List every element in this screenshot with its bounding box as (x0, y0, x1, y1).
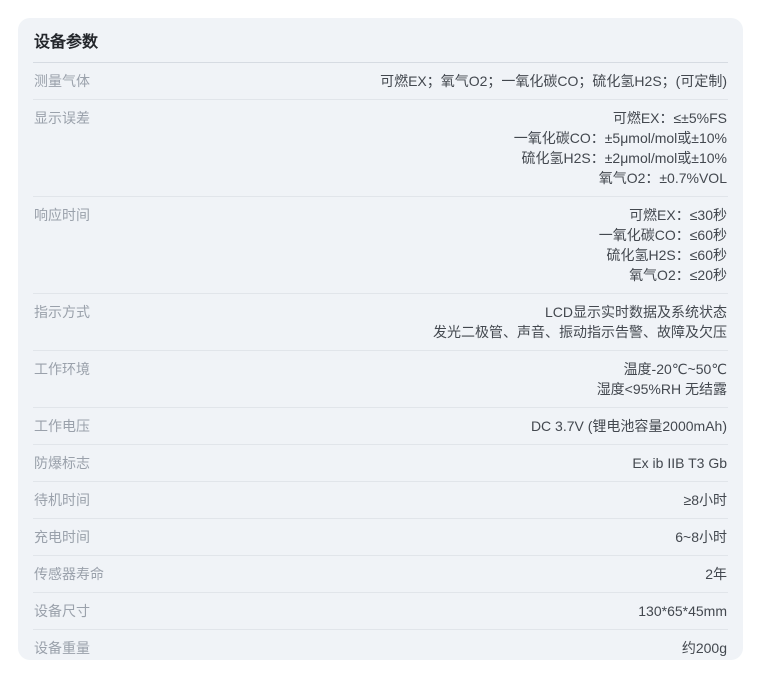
spec-label: 设备尺寸 (34, 601, 90, 621)
spec-label: 指示方式 (34, 302, 90, 322)
spec-value-line: 一氧化碳CO：±5μmol/mol或±10% (110, 128, 727, 148)
spec-label: 传感器寿命 (34, 564, 104, 584)
spec-value-line: 可燃EX：≤±5%FS (110, 108, 727, 128)
spec-row-device-size: 设备尺寸 130*65*45mm (33, 593, 728, 630)
card-title: 设备参数 (33, 18, 728, 63)
spec-table: 测量气体 可燃EX；氧气O2；一氧化碳CO；硫化氢H2S；(可定制) 显示误差 … (33, 63, 728, 660)
spec-value: Ex ib IIB T3 Gb (90, 453, 727, 473)
spec-value-line: 氧气O2：≤20秒 (110, 265, 727, 285)
spec-value-line: 发光二极管、声音、振动指示告警、故障及欠压 (110, 322, 727, 342)
spec-value: 温度-20℃~50℃ 湿度<95%RH 无结露 (90, 359, 727, 399)
spec-row-sensor-lifespan: 传感器寿命 2年 (33, 556, 728, 593)
spec-row-device-weight: 设备重量 约200g (33, 630, 728, 660)
spec-label: 待机时间 (34, 490, 90, 510)
spec-value: DC 3.7V (锂电池容量2000mAh) (90, 416, 727, 436)
spec-value: LCD显示实时数据及系统状态 发光二极管、声音、振动指示告警、故障及欠压 (90, 302, 727, 342)
spec-value-line: 氧气O2：±0.7%VOL (110, 168, 727, 188)
spec-label: 显示误差 (34, 108, 90, 128)
spec-row-working-voltage: 工作电压 DC 3.7V (锂电池容量2000mAh) (33, 408, 728, 445)
spec-value-line: 湿度<95%RH 无结露 (110, 379, 727, 399)
spec-value-line: DC 3.7V (锂电池容量2000mAh) (110, 416, 727, 436)
spec-value: ≥8小时 (90, 490, 727, 510)
spec-label: 响应时间 (34, 205, 90, 225)
spec-value: 6~8小时 (90, 527, 727, 547)
spec-row-explosion-proof-mark: 防爆标志 Ex ib IIB T3 Gb (33, 445, 728, 482)
spec-value: 约200g (90, 638, 727, 658)
spec-value: 可燃EX；氧气O2；一氧化碳CO；硫化氢H2S；(可定制) (90, 71, 727, 91)
spec-value-line: 2年 (124, 564, 727, 584)
spec-row-display-error: 显示误差 可燃EX：≤±5%FS 一氧化碳CO：±5μmol/mol或±10% … (33, 100, 728, 197)
spec-row-measured-gases: 测量气体 可燃EX；氧气O2；一氧化碳CO；硫化氢H2S；(可定制) (33, 63, 728, 100)
spec-row-charging-time: 充电时间 6~8小时 (33, 519, 728, 556)
spec-value: 130*65*45mm (90, 601, 727, 621)
spec-value-line: 可燃EX；氧气O2；一氧化碳CO；硫化氢H2S；(可定制) (110, 71, 727, 91)
spec-value-line: 6~8小时 (110, 527, 727, 547)
spec-row-response-time: 响应时间 可燃EX：≤30秒 一氧化碳CO：≤60秒 硫化氢H2S：≤60秒 氧… (33, 197, 728, 294)
spec-label: 防爆标志 (34, 453, 90, 473)
spec-value-line: Ex ib IIB T3 Gb (110, 453, 727, 473)
spec-value-line: 硫化氢H2S：≤60秒 (110, 245, 727, 265)
spec-value-line: 可燃EX：≤30秒 (110, 205, 727, 225)
spec-label: 工作电压 (34, 416, 90, 436)
spec-value: 可燃EX：≤±5%FS 一氧化碳CO：±5μmol/mol或±10% 硫化氢H2… (90, 108, 727, 188)
spec-row-working-environment: 工作环境 温度-20℃~50℃ 湿度<95%RH 无结露 (33, 351, 728, 408)
spec-value-line: ≥8小时 (110, 490, 727, 510)
spec-value: 可燃EX：≤30秒 一氧化碳CO：≤60秒 硫化氢H2S：≤60秒 氧气O2：≤… (90, 205, 727, 285)
spec-value-line: 硫化氢H2S：±2μmol/mol或±10% (110, 148, 727, 168)
spec-label: 工作环境 (34, 359, 90, 379)
spec-row-standby-time: 待机时间 ≥8小时 (33, 482, 728, 519)
spec-value-line: 温度-20℃~50℃ (110, 359, 727, 379)
spec-label: 测量气体 (34, 71, 90, 91)
spec-value-line: 130*65*45mm (110, 601, 727, 621)
spec-value-line: 一氧化碳CO：≤60秒 (110, 225, 727, 245)
spec-row-indication-mode: 指示方式 LCD显示实时数据及系统状态 发光二极管、声音、振动指示告警、故障及欠… (33, 294, 728, 351)
device-parameters-card: 设备参数 测量气体 可燃EX；氧气O2；一氧化碳CO；硫化氢H2S；(可定制) … (18, 18, 743, 660)
spec-value-line: LCD显示实时数据及系统状态 (110, 302, 727, 322)
spec-value-line: 约200g (110, 638, 727, 658)
spec-label: 设备重量 (34, 638, 90, 658)
spec-label: 充电时间 (34, 527, 90, 547)
spec-value: 2年 (104, 564, 727, 584)
